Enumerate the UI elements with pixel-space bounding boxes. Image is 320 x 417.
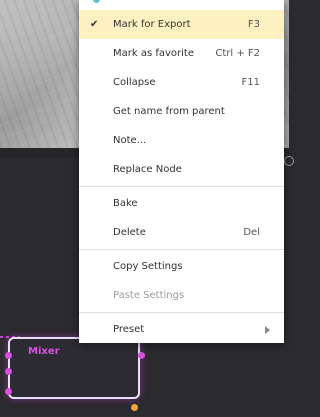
menu-item-label: Copy Settings <box>113 261 183 272</box>
side-circle-icon[interactable] <box>284 156 294 166</box>
menu-item-shortcut: F3 <box>247 19 260 30</box>
menu-item-paste-settings: Paste Settings <box>79 281 284 310</box>
menu-item-label: Replace Node <box>113 164 182 175</box>
menu-separator <box>79 249 284 250</box>
menu-separator <box>79 186 284 187</box>
menu-top-edge <box>79 0 284 10</box>
menu-item-delete[interactable]: Delete Del <box>79 218 284 247</box>
menu-item-bake[interactable]: Bake <box>79 189 284 218</box>
menu-item-shortcut: F11 <box>241 77 260 88</box>
menu-item-copy-settings[interactable]: Copy Settings <box>79 252 284 281</box>
menu-item-replace-node[interactable]: Replace Node <box>79 155 284 184</box>
menu-item-mark-for-export[interactable]: ✔ Mark for Export F3 <box>79 10 284 39</box>
side-port[interactable] <box>138 352 145 359</box>
menu-item-label: Delete <box>113 227 146 238</box>
menu-item-mark-as-favorite[interactable]: Mark as favorite Ctrl + F2 <box>79 39 284 68</box>
output-port[interactable] <box>131 404 138 411</box>
mixer-node[interactable]: Mixer <box>5 337 145 411</box>
menu-item-label: Get name from parent <box>113 106 225 117</box>
menu-item-label: Collapse <box>113 77 156 88</box>
menu-item-label: Bake <box>113 198 138 209</box>
menu-item-label: Note... <box>113 135 147 146</box>
menu-item-label: Mark for Export <box>113 19 191 30</box>
node-title: Mixer <box>28 346 60 357</box>
menu-item-shortcut: Ctrl + F2 <box>215 48 260 59</box>
menu-item-label: Preset <box>113 324 145 335</box>
menu-item-get-name-from-parent[interactable]: Get name from parent <box>79 97 284 126</box>
menu-item-shortcut: Del <box>243 227 260 238</box>
menu-separator <box>79 312 284 313</box>
menu-item-label: Mark as favorite <box>113 48 195 59</box>
chevron-right-icon <box>265 326 270 334</box>
menu-item-collapse[interactable]: Collapse F11 <box>79 68 284 97</box>
menu-item-preset[interactable]: Preset <box>79 315 284 344</box>
menu-item-label: Paste Settings <box>113 290 185 301</box>
input-port[interactable] <box>5 352 12 359</box>
check-icon: ✔ <box>90 19 99 30</box>
context-menu: ✔ Mark for Export F3 Mark as favorite Ct… <box>79 0 284 343</box>
input-port[interactable] <box>5 368 12 375</box>
connector-dot-icon <box>93 0 100 3</box>
menu-item-note[interactable]: Note... <box>79 126 284 155</box>
input-port[interactable] <box>5 388 12 395</box>
